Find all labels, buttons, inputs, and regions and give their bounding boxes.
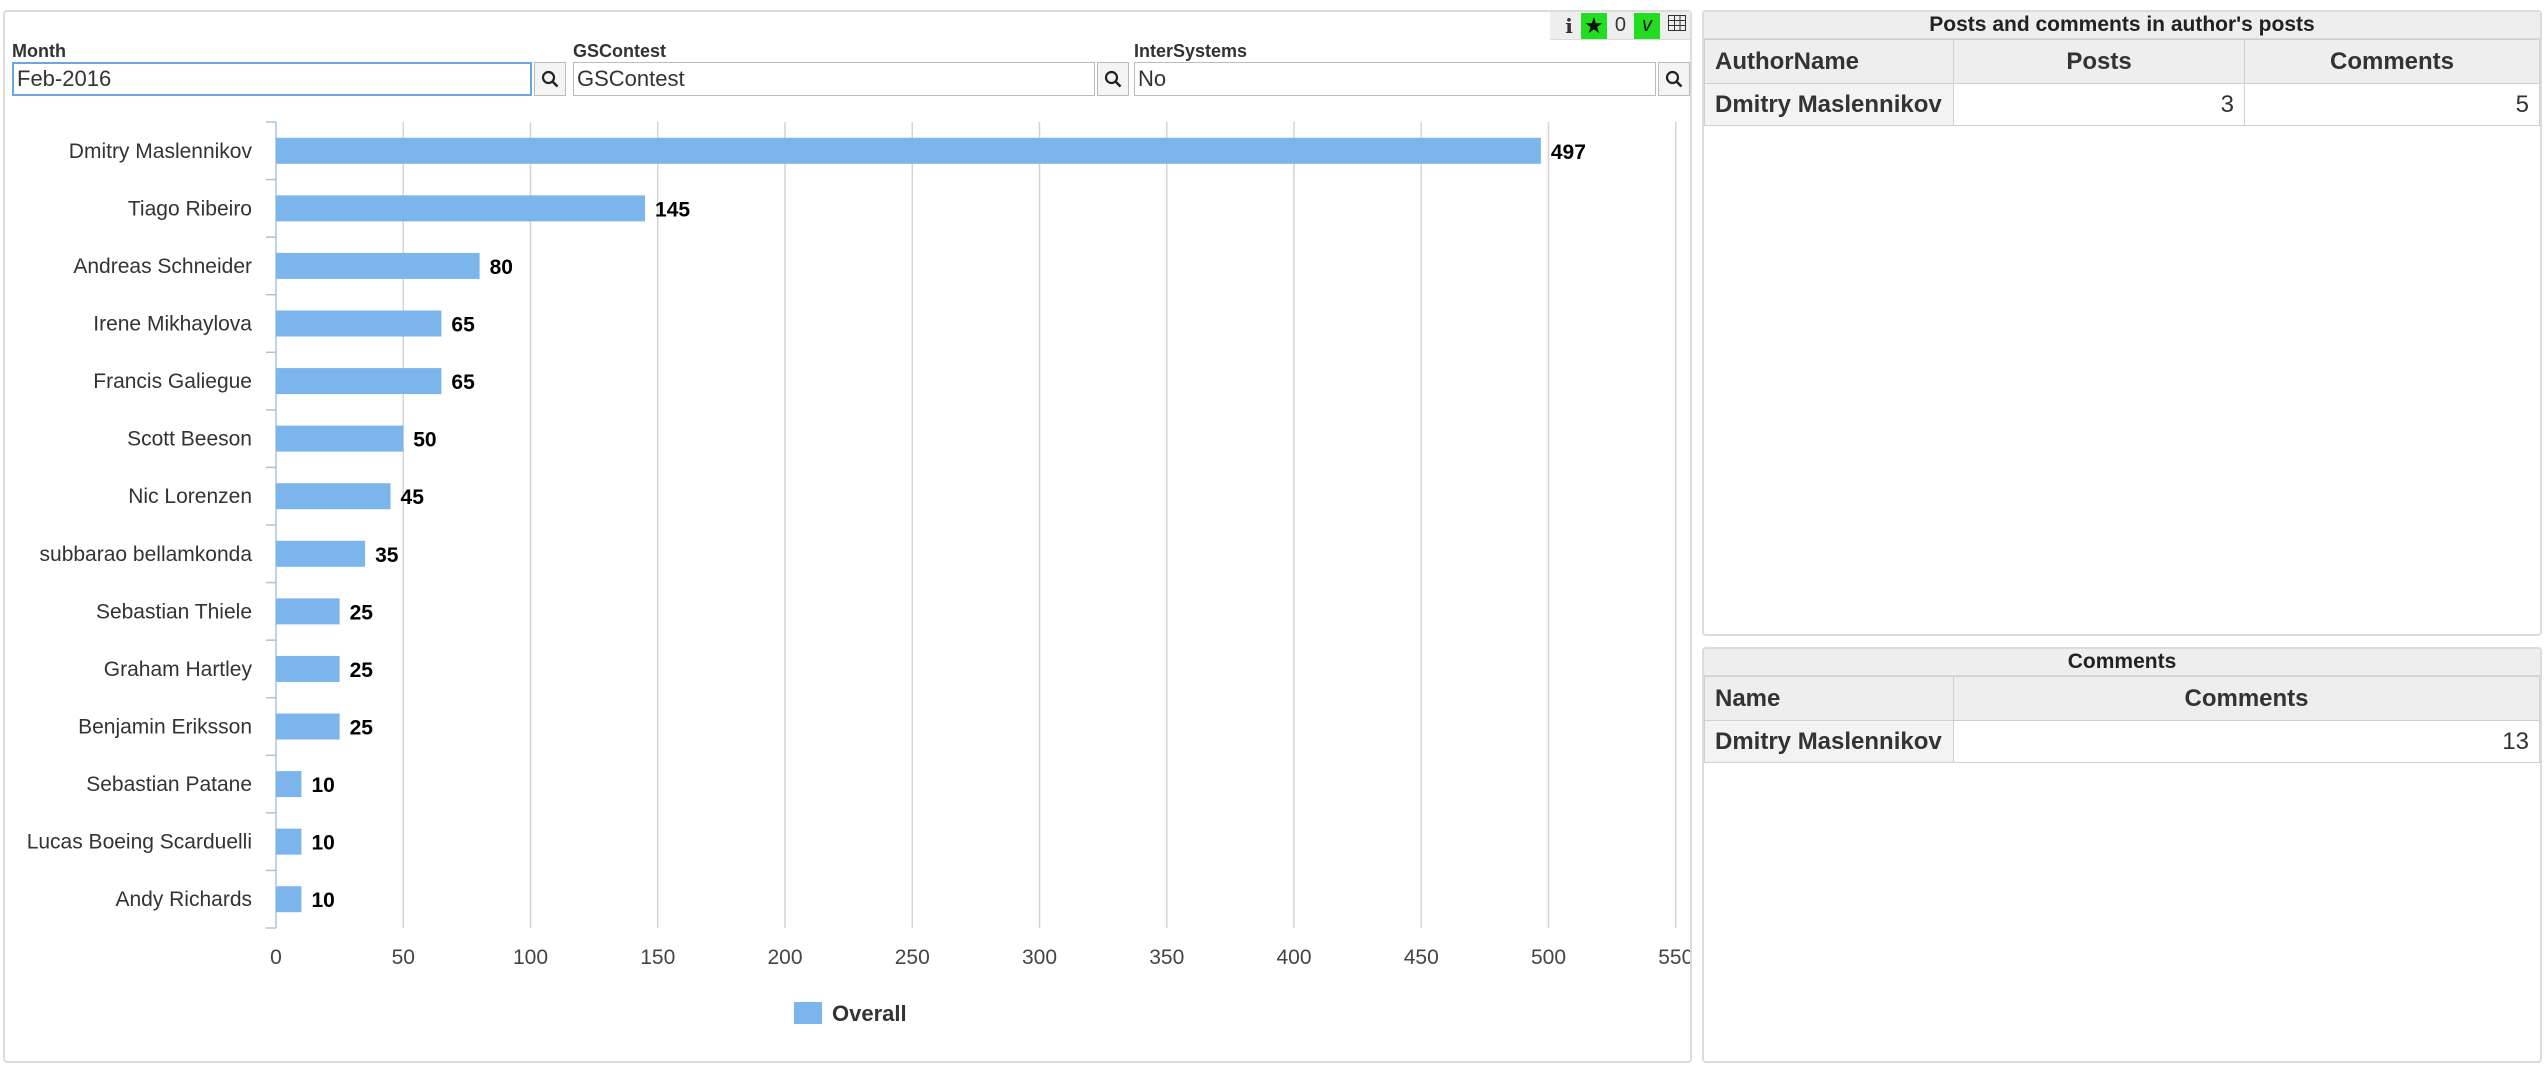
bar (276, 713, 340, 740)
posts-table: AuthorName Posts Comments Dmitry Maslenn… (1704, 39, 2540, 126)
bar (276, 137, 1541, 164)
author-name-cell: Dmitry Maslennikov (1704, 83, 1954, 126)
column-header-comments[interactable]: Comments (1953, 676, 2540, 721)
x-tick-label: 550 (1658, 946, 1690, 969)
x-tick-label: 450 (1404, 946, 1439, 969)
x-tick-label: 50 (392, 946, 415, 969)
data-label: 497 (1551, 141, 1586, 164)
legend-swatch (794, 1002, 822, 1024)
bar (276, 655, 340, 682)
data-label: 80 (490, 256, 513, 279)
category-label: Nic Lorenzen (128, 485, 252, 508)
data-label: 45 (401, 486, 425, 509)
category-label: Benjamin Eriksson (78, 716, 252, 739)
data-label: 50 (413, 429, 436, 452)
category-label: Andy Richards (115, 888, 252, 911)
category-label: Scott Beeson (127, 428, 252, 451)
bar (276, 828, 302, 855)
data-label: 25 (350, 659, 374, 682)
column-header-authorname[interactable]: AuthorName (1704, 39, 1954, 84)
x-tick-label: 500 (1531, 946, 1566, 969)
bar (276, 771, 302, 798)
bar-chart: 0 50 100 150 200 250 300 350 400 450 500 550 Dmitry … (27, 121, 1690, 1026)
data-label: 10 (311, 832, 334, 855)
legend-label: Overall (832, 1001, 907, 1026)
category-label: Lucas Boeing Scarduelli (27, 831, 252, 854)
column-header-comments[interactable]: Comments (2244, 39, 2540, 84)
category-label: Sebastian Patane (86, 773, 252, 796)
table-row[interactable]: Dmitry Maslennikov 3 5 (1704, 83, 2540, 126)
data-label: 65 (451, 314, 475, 337)
posts-table-title: Posts and comments in author's posts (1704, 12, 2540, 39)
x-tick-label: 0 (270, 946, 282, 969)
category-label: subbarao bellamkonda (40, 543, 253, 566)
comments-table: Name Comments Dmitry Maslennikov 13 (1704, 676, 2540, 763)
x-tick-label: 300 (1022, 946, 1057, 969)
bar (276, 540, 366, 567)
category-label: Irene Mikhaylova (93, 313, 252, 336)
posts-comments-widget: Posts and comments in author's posts Aut… (1702, 10, 2542, 636)
table-row[interactable]: Dmitry Maslennikov 13 (1704, 720, 2540, 763)
data-label: 65 (451, 371, 475, 394)
x-tick-label: 350 (1149, 946, 1184, 969)
name-cell: Dmitry Maslennikov (1704, 720, 1954, 763)
data-label: 25 (350, 601, 374, 624)
bar (276, 252, 480, 279)
x-tick-label: 150 (640, 946, 675, 969)
data-label: 25 (350, 717, 374, 740)
category-label: Graham Hartley (104, 658, 253, 681)
bar (276, 598, 340, 625)
category-label: Sebastian Thiele (96, 600, 252, 623)
column-header-posts[interactable]: Posts (1953, 39, 2245, 84)
bar (276, 195, 646, 222)
category-label: Andreas Schneider (73, 255, 252, 278)
x-tick-label: 100 (513, 946, 548, 969)
category-label: Dmitry Maslennikov (69, 140, 253, 163)
bar (276, 310, 442, 337)
data-label: 145 (655, 198, 690, 221)
posts-cell: 3 (1953, 83, 2245, 126)
comments-cell: 13 (1953, 720, 2540, 763)
data-label: 10 (311, 774, 334, 797)
x-tick-label: 400 (1276, 946, 1311, 969)
category-label: Francis Galiegue (93, 370, 252, 393)
chart-widget: i ★ 0 v Month GSContest InterSystems (3, 10, 1692, 1063)
x-tick-label: 250 (895, 946, 930, 969)
comments-widget: Comments Name Comments Dmitry Maslenniko… (1702, 647, 2542, 1063)
bar (276, 368, 442, 395)
category-label: Tiago Ribeiro (128, 197, 252, 220)
comments-table-title: Comments (1704, 649, 2540, 676)
data-label: 35 (375, 544, 399, 567)
bar (276, 483, 391, 510)
x-tick-label: 200 (767, 946, 802, 969)
data-label: 10 (311, 889, 334, 912)
bar (276, 425, 404, 452)
column-header-name[interactable]: Name (1704, 676, 1954, 721)
comments-cell: 5 (2244, 83, 2540, 126)
bar (276, 886, 302, 913)
